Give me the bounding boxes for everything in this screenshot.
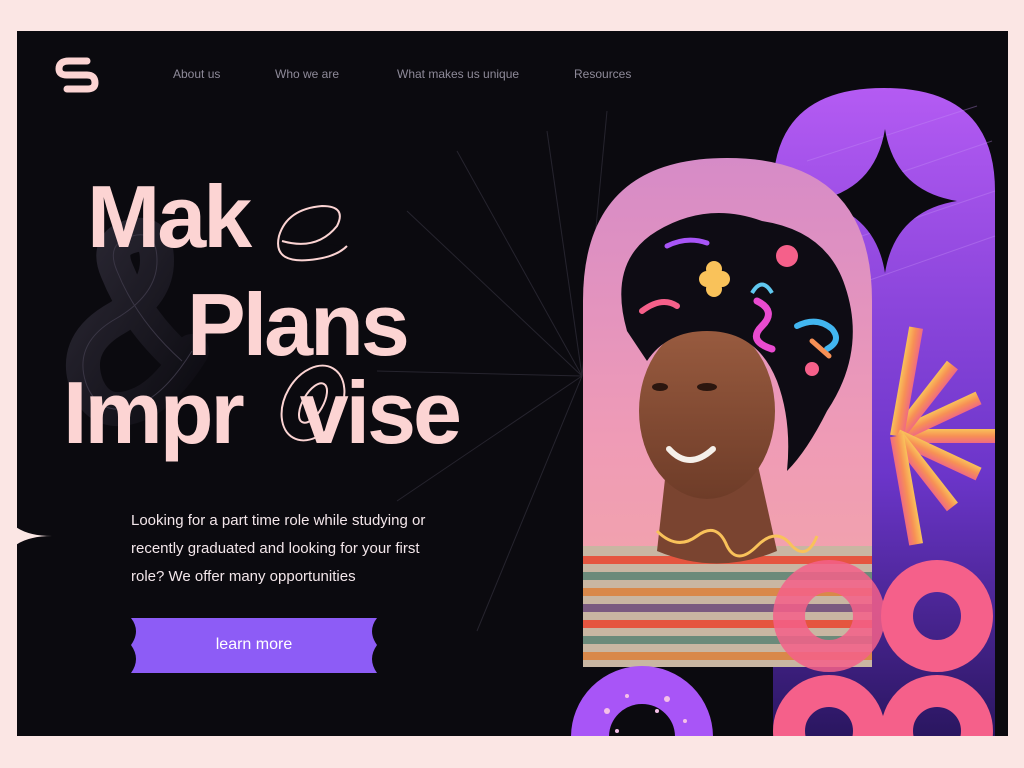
left-notch-decoration xyxy=(17,527,52,545)
portrait-arch xyxy=(583,158,872,667)
hero-frame: About us Who we are What makes us unique… xyxy=(17,31,1008,736)
learn-more-button[interactable]: learn more xyxy=(131,617,377,673)
learn-more-label: learn more xyxy=(215,636,293,653)
ring-icon xyxy=(571,666,713,736)
title-line-improvise: Impr vise xyxy=(63,369,462,457)
title-line-plans: Plans xyxy=(187,275,410,374)
title-line-make: Mak xyxy=(87,167,252,266)
hero-title: Mak Plans Impr vise xyxy=(17,31,577,491)
nav-resources[interactable]: Resources xyxy=(574,67,631,81)
title-line-improvise-start: Impr xyxy=(63,363,245,462)
hero-description: Looking for a part time role while study… xyxy=(131,512,426,585)
title-line-improvise-end: vise xyxy=(299,363,462,462)
